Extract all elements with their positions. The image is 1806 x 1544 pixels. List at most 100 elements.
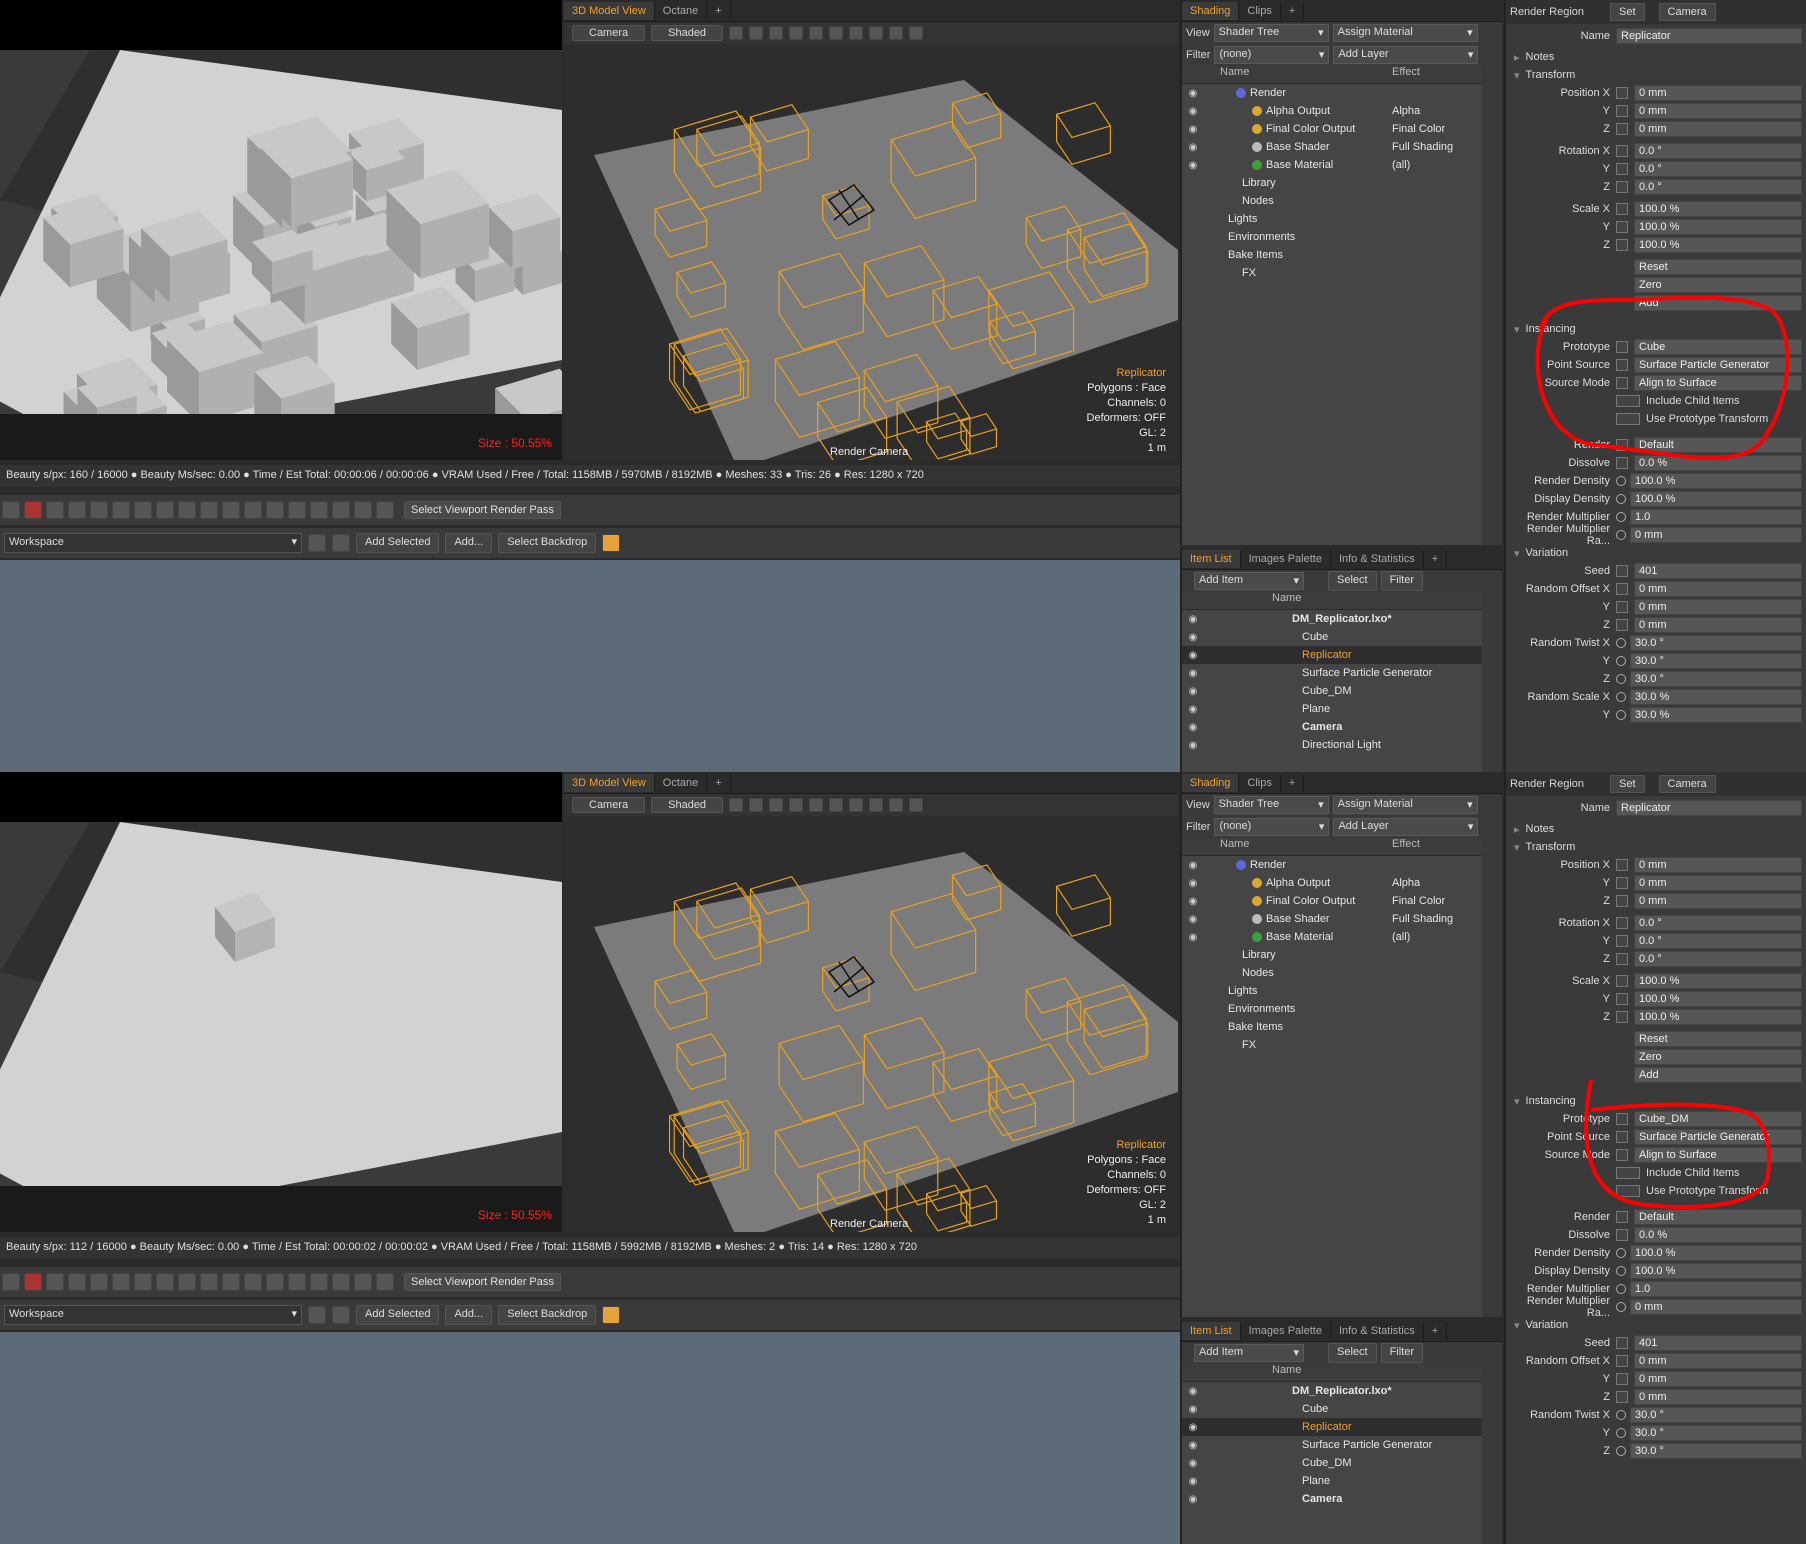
toolbar-icon[interactable] <box>310 501 328 519</box>
channel-toggle[interactable] <box>1616 895 1628 907</box>
toolbar-icon[interactable] <box>68 1273 86 1291</box>
item-row[interactable]: ◉ Camera <box>1182 718 1482 736</box>
animate-toggle[interactable] <box>1616 674 1626 684</box>
channel-toggle[interactable] <box>1616 859 1628 871</box>
property-value[interactable]: 0 mm <box>1634 857 1802 873</box>
toolbar-icon[interactable] <box>134 1273 152 1291</box>
toolbar-icon[interactable] <box>24 501 42 519</box>
workspace-select[interactable]: Workspace <box>4 533 302 553</box>
tab-items-2[interactable]: Info & Statistics <box>1331 1321 1424 1340</box>
channel-toggle[interactable] <box>1616 953 1628 965</box>
property-value[interactable]: 0.0 ° <box>1634 951 1802 967</box>
channel-toggle[interactable] <box>1616 1391 1628 1403</box>
property-value[interactable]: 0.0 % <box>1634 455 1802 471</box>
item-row[interactable]: ◉ Cube <box>1182 628 1482 646</box>
eye-icon[interactable]: ◉ <box>1182 740 1204 751</box>
animate-toggle[interactable] <box>1616 1302 1626 1312</box>
animate-toggle[interactable] <box>1616 692 1626 702</box>
toolbar-icon[interactable] <box>68 501 86 519</box>
property-value[interactable]: 100.0 % <box>1630 473 1802 489</box>
render-preview[interactable]: Size : 50.55% <box>0 0 562 460</box>
animate-toggle[interactable] <box>1616 512 1626 522</box>
toolbar-icon[interactable] <box>332 501 350 519</box>
item-row[interactable]: ◉ Cube <box>1182 1400 1482 1418</box>
property-value[interactable]: 100.0 % <box>1630 1245 1802 1261</box>
property-value[interactable]: 100.0 % <box>1634 991 1802 1007</box>
shader-tree-row[interactable]: FX <box>1182 264 1482 282</box>
filter-select[interactable]: (none) <box>1214 46 1330 64</box>
shader-tree-row[interactable]: ◉ Base Shader Full Shading <box>1182 138 1482 156</box>
eye-icon[interactable]: ◉ <box>1182 914 1204 925</box>
shader-item-effect[interactable]: Alpha <box>1392 105 1420 117</box>
include-child-checkbox[interactable] <box>1616 1167 1640 1179</box>
property-value[interactable]: 0.0 % <box>1634 1227 1802 1243</box>
channel-toggle[interactable] <box>1616 145 1628 157</box>
shader-item-effect[interactable]: Final Color <box>1392 123 1445 135</box>
source-mode-row-value[interactable]: Align to Surface <box>1634 1147 1802 1163</box>
viewport-icon[interactable] <box>889 798 904 812</box>
tab-shading-2[interactable]: + <box>1281 773 1305 792</box>
assign-material-dropdown[interactable]: Assign Material <box>1332 24 1478 42</box>
viewport-icon[interactable] <box>889 26 904 40</box>
animate-toggle[interactable] <box>1616 1446 1626 1456</box>
item-row[interactable]: ◉ DM_Replicator.lxo* <box>1182 610 1482 628</box>
toolbar-icon[interactable] <box>266 501 284 519</box>
shader-tree-row[interactable]: ◉ Base Material (all) <box>1182 156 1482 174</box>
shader-tree-row[interactable]: Environments <box>1182 228 1482 246</box>
set-button[interactable]: Set <box>1610 3 1645 21</box>
transform-section[interactable]: Transform <box>1506 838 1806 856</box>
toolbar-icon[interactable] <box>244 501 262 519</box>
channel-toggle[interactable] <box>1616 221 1628 233</box>
toolbar-icon[interactable] <box>376 1273 394 1291</box>
shader-item-effect[interactable]: Full Shading <box>1392 141 1453 153</box>
channel-toggle[interactable] <box>1616 1373 1628 1385</box>
animate-toggle[interactable] <box>1616 656 1626 666</box>
eye-icon[interactable]: ◉ <box>1182 896 1204 907</box>
eye-icon[interactable]: ◉ <box>1182 632 1204 643</box>
toolbar-icon[interactable] <box>24 1273 42 1291</box>
toolbar-icon[interactable] <box>112 501 130 519</box>
channel-toggle[interactable] <box>1616 583 1628 595</box>
assign-material-dropdown[interactable]: Assign Material <box>1332 796 1478 814</box>
property-value[interactable]: 100.0 % <box>1634 201 1802 217</box>
channel-toggle[interactable] <box>1616 1011 1628 1023</box>
channel-toggle[interactable] <box>1616 1337 1628 1349</box>
prototype-row-value[interactable]: Cube_DM <box>1634 1111 1802 1127</box>
eye-icon[interactable]: ◉ <box>1182 124 1204 135</box>
shader-item-effect[interactable]: (all) <box>1392 931 1410 943</box>
eye-icon[interactable]: ◉ <box>1182 614 1204 625</box>
property-value[interactable]: 100.0 % <box>1630 1263 1802 1279</box>
property-value[interactable]: 30.0 ° <box>1630 1443 1802 1459</box>
shader-item-effect[interactable]: Full Shading <box>1392 913 1453 925</box>
toolbar-icon[interactable] <box>178 501 196 519</box>
shaded-button[interactable]: Shaded <box>651 797 724 813</box>
animate-toggle[interactable] <box>1616 1428 1626 1438</box>
toolbar-icon[interactable] <box>156 1273 174 1291</box>
channel-toggle[interactable] <box>1616 935 1628 947</box>
toolbar-icon[interactable] <box>46 1273 64 1291</box>
viewport-render-pass-dropdown[interactable]: Select Viewport Render Pass <box>404 501 561 519</box>
viewport-icon[interactable] <box>829 798 844 812</box>
tab-shading-2[interactable]: + <box>1281 1 1305 20</box>
shader-tree-row[interactable]: ◉ Alpha Output Alpha <box>1182 102 1482 120</box>
property-value[interactable]: 30.0 ° <box>1630 653 1802 669</box>
transform-action-1[interactable]: Zero <box>1634 277 1802 293</box>
variation-section[interactable]: Variation <box>1506 544 1806 562</box>
animate-toggle[interactable] <box>1616 710 1626 720</box>
channel-toggle[interactable] <box>1616 877 1628 889</box>
viewport-icon[interactable] <box>749 26 764 40</box>
viewport-icon[interactable] <box>769 26 784 40</box>
variation-section[interactable]: Variation <box>1506 1316 1806 1334</box>
channel-toggle[interactable] <box>1616 1131 1628 1143</box>
shader-tree-row[interactable]: Lights <box>1182 982 1482 1000</box>
transform-action-0[interactable]: Reset <box>1634 1031 1802 1047</box>
workspace-area[interactable] <box>0 1332 1180 1544</box>
viewport-icon[interactable] <box>869 26 884 40</box>
transform-action-2[interactable]: Add <box>1634 295 1802 311</box>
shader-tree-row[interactable]: Lights <box>1182 210 1482 228</box>
camera-view-button[interactable]: Camera <box>572 25 646 41</box>
property-value[interactable]: 0 mm <box>1634 121 1802 137</box>
property-value[interactable]: 401 <box>1634 563 1802 579</box>
viewport-icon[interactable] <box>789 798 804 812</box>
channel-toggle[interactable] <box>1616 1229 1628 1241</box>
